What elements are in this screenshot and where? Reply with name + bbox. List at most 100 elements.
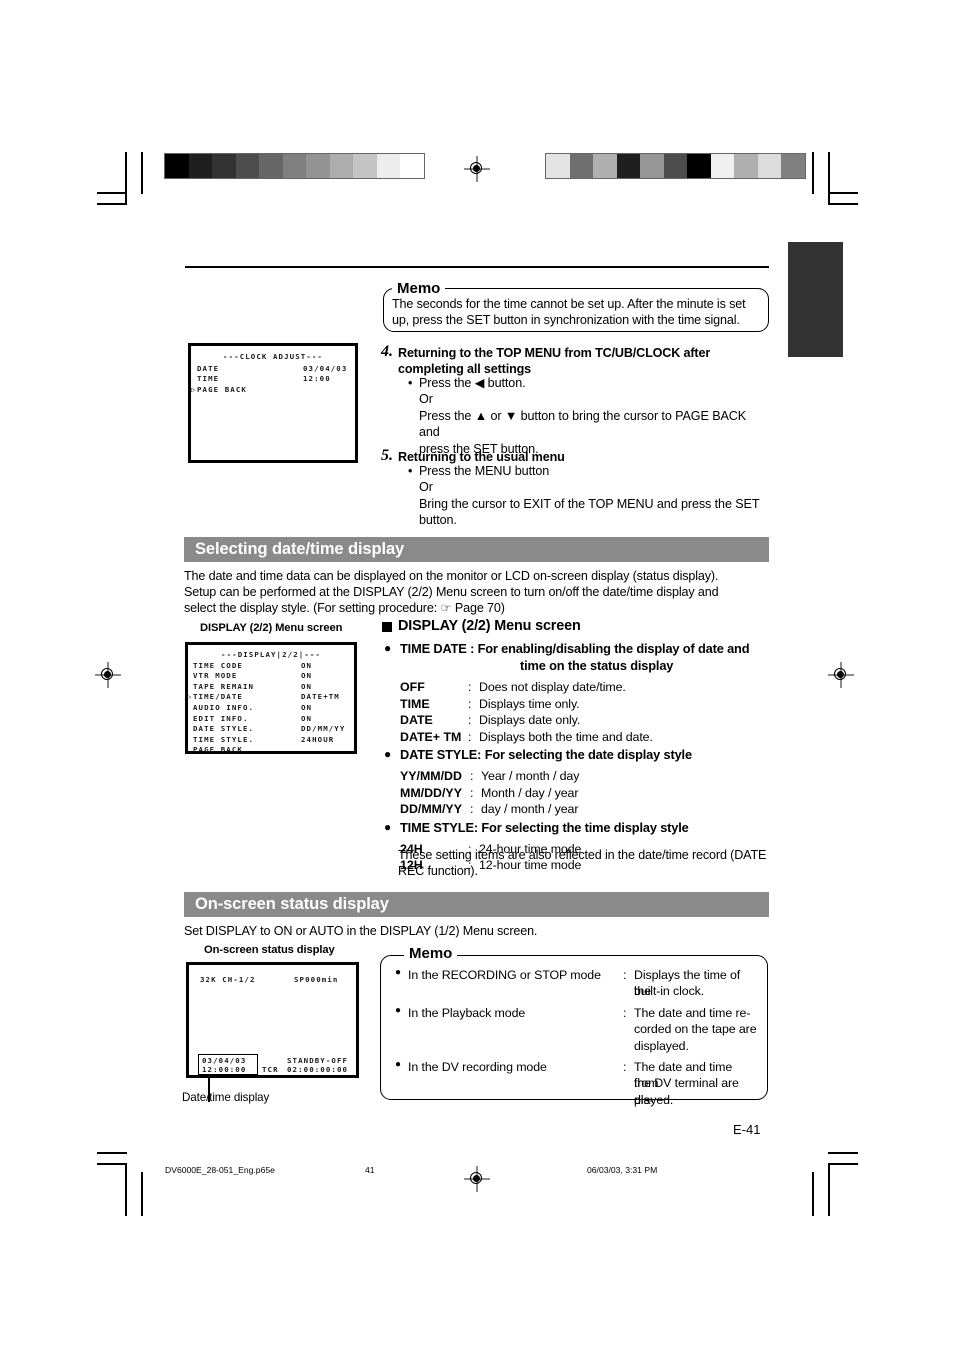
registration-mark-top-center	[464, 156, 490, 182]
grayscale-right-swatch	[687, 154, 711, 178]
step-5-lines: • Press the MENU button Or Bring the cursor…	[408, 463, 770, 529]
osd-menu-value: 12:00	[303, 374, 331, 384]
memo-item-mode: In the RECORDING or STOP mode	[408, 968, 601, 982]
osd-menu-label: VTR MODE	[193, 671, 238, 681]
memo-label-bottom: Memo	[404, 946, 458, 961]
grayscale-left-swatch	[165, 154, 189, 178]
step-4-number: 4.	[381, 343, 393, 360]
grayscale-left-swatch	[259, 154, 283, 178]
section-heading-date-time: Selecting date/time display	[184, 537, 769, 562]
step-4-title: Returning to the TOP MENU from TC/UB/CLO…	[398, 345, 770, 377]
date-time-note: These setting items are also reflected i…	[398, 847, 773, 879]
osd-menu-value: ON	[301, 681, 313, 691]
step-line: button.	[408, 512, 770, 528]
status-time: 12:00:00	[202, 1065, 247, 1074]
osd-menu-row: AUDIO INFO. ON	[193, 703, 354, 714]
on-screen-status-screen: 32K CH-1/2 SP000min 03/04/03 12:00:00 ST…	[186, 962, 359, 1078]
step-line-text: Press the ◀ button.	[419, 376, 526, 390]
osd-menu-value: ON	[301, 660, 313, 670]
registration-mark-left-middle	[95, 662, 121, 688]
step-line-text: button.	[419, 513, 457, 528]
grayscale-left-swatch	[212, 154, 236, 178]
osd-cursor-icon: ▷	[187, 692, 193, 702]
memo-item-mode: In the DV recording mode	[408, 1060, 547, 1074]
step-line: • Press the MENU button	[408, 463, 770, 479]
osd-menu-value: DD/MM/YY	[301, 724, 346, 734]
bullet-dot-icon: ●	[395, 1059, 402, 1070]
memo-item-description-line: The date and time re-	[634, 1005, 751, 1020]
status-screen-caption: On-screen status display	[204, 944, 335, 956]
grayscale-right-swatch	[734, 154, 758, 178]
osd-menu-value: ON	[301, 702, 313, 712]
osd-menu-row: DATE 03/04/03	[197, 364, 355, 375]
option-group-heading: DATE STYLE: For selecting the date displ…	[400, 747, 692, 762]
option-colon: :	[470, 785, 474, 800]
option-colon: :	[468, 696, 472, 711]
footer-filename: DV6000E_28-051_Eng.p65e	[165, 1165, 275, 1175]
crop-mark-bottom-right-horizontal	[828, 1152, 858, 1154]
crop-mark-bottom-right-horizontal-2	[828, 1163, 858, 1165]
osd-menu-row: PAGE BACK	[193, 745, 354, 756]
bullet-icon: •	[408, 464, 413, 478]
intro-line: Setup can be performed at the DISPLAY (2…	[184, 585, 719, 600]
memo-item-description-line: corded on the tape are	[634, 1022, 757, 1037]
crop-mark-bottom-left-vertical	[125, 1163, 127, 1216]
option-key: TIME	[400, 696, 430, 711]
option-description: Displays both the time and date.	[479, 729, 653, 744]
option-key: OFF	[400, 680, 425, 694]
crop-mark-top-right-vertical-2	[828, 152, 830, 205]
osd-menu-label: EDIT INFO.	[193, 713, 249, 723]
crop-mark-bottom-right-vertical-2	[812, 1172, 814, 1216]
step-line: Or	[408, 391, 770, 407]
memo-label-top: Memo	[392, 281, 446, 296]
osd-menu-row: ▷ TIME/DATE DATE+TM	[187, 692, 354, 703]
crop-mark-bottom-right-vertical	[828, 1163, 830, 1216]
memo-item-description-line: played.	[634, 1092, 674, 1107]
option-key: MM/DD/YY	[400, 785, 462, 800]
step-line: Or	[408, 479, 770, 495]
osd-cursor-icon: ▷	[191, 384, 197, 394]
square-bullet-icon	[382, 622, 392, 632]
crop-mark-top-left-vertical-2	[141, 152, 143, 194]
clock-adjust-screen: ---CLOCK ADJUST--- DATE 03/04/03 TIME 12:00…	[188, 343, 358, 463]
grayscale-bar-right	[545, 153, 806, 179]
option-colon: :	[470, 769, 474, 783]
option-colon: :	[468, 729, 472, 744]
option-colon: :	[468, 680, 472, 694]
grayscale-right-swatch	[593, 154, 617, 178]
memo-item-description-line: built-in clock.	[634, 984, 705, 999]
bullet-icon: •	[408, 376, 413, 390]
bullet-dot-icon: ●	[395, 1004, 402, 1016]
note-line: These setting items are also reflected i…	[398, 848, 767, 862]
step-5-number: 5.	[381, 447, 393, 464]
option-colon: :	[470, 802, 474, 816]
step-line-text: Or	[419, 480, 433, 495]
status-top-left: 32K CH-1/2	[200, 975, 256, 984]
osd-menu-value: 24HOUR	[301, 734, 335, 744]
osd-menu-row: VTR MODE ON	[193, 671, 354, 682]
crop-mark-bottom-left-horizontal	[97, 1152, 127, 1154]
osd-menu-label: TIME	[197, 374, 220, 384]
crop-mark-top-right-horizontal	[828, 203, 858, 205]
date-time-display-label: Date/time display	[182, 1091, 270, 1104]
memo-text-top-value: The seconds for the time cannot be set u…	[392, 297, 746, 328]
top-divider-rule	[185, 266, 769, 268]
osd-menu-row: TIME 12:00	[197, 374, 355, 385]
crop-mark-top-left-horizontal	[97, 203, 127, 205]
crop-mark-bottom-left-vertical-2	[141, 1172, 143, 1216]
osd-menu-value: ON	[301, 713, 313, 723]
footer-page: 41	[365, 1165, 375, 1175]
osd-menu-label: TIME STYLE.	[193, 734, 255, 744]
status-tcr-value: 02:00:00:00	[287, 1065, 349, 1074]
step-line-text: Press the MENU button	[419, 464, 550, 478]
intro-line: select the display style. (For setting p…	[184, 601, 505, 616]
grayscale-right-swatch	[710, 154, 734, 178]
osd-menu-value: ON	[301, 671, 313, 681]
memo-item-colon: :	[623, 968, 627, 982]
page-canvas: Memo The seconds for the time cannot be …	[0, 0, 954, 1351]
grayscale-right-swatch	[616, 154, 640, 178]
grayscale-left-swatch	[376, 154, 400, 178]
option-key: DATE+ TM	[400, 729, 462, 744]
step-4-title-text: Returning to the TOP MENU from TC/UB/CLO…	[398, 346, 711, 377]
option-description: Month / day / year	[481, 785, 579, 800]
